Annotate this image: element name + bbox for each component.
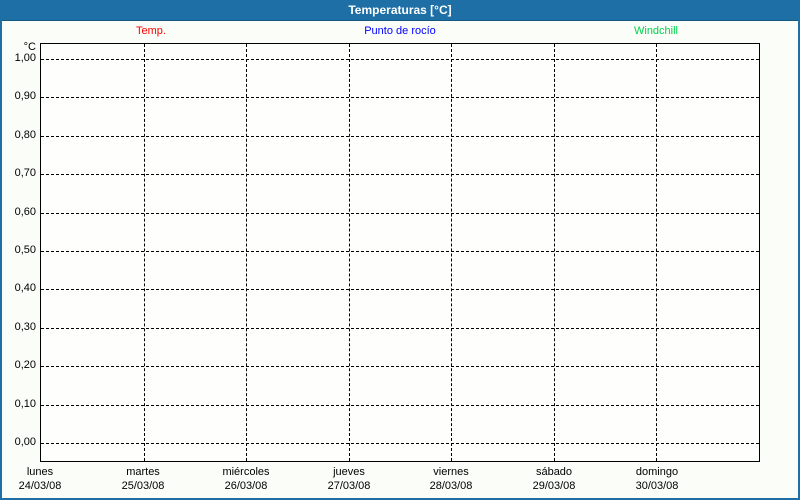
gridline-vertical xyxy=(554,44,555,461)
y-tick-label: 0,40 xyxy=(14,282,36,294)
chart-window: Temperaturas [°C] Temp. Punto de rocío Win… xyxy=(0,0,800,500)
x-tick-weekday: lunes xyxy=(26,466,54,478)
legend-item: Punto de rocío xyxy=(364,25,436,37)
x-tick-date: 28/03/08 xyxy=(429,480,473,492)
gridline-horizontal xyxy=(41,174,759,175)
y-tick-label: 0,20 xyxy=(14,359,36,371)
y-tick-label: 0,60 xyxy=(14,206,36,218)
gridline-vertical xyxy=(246,44,247,461)
x-tick-label: domingo 30/03/08 xyxy=(607,465,707,493)
gridline-horizontal xyxy=(41,405,759,406)
gridline-horizontal xyxy=(41,289,759,290)
x-tick-label: lunes 24/03/08 xyxy=(0,465,90,493)
x-tick-weekday: jueves xyxy=(333,466,365,478)
x-tick-date: 27/03/08 xyxy=(327,480,371,492)
x-tick-weekday: martes xyxy=(126,466,160,478)
gridline-vertical xyxy=(349,44,350,461)
gridline-vertical xyxy=(656,44,657,461)
x-tick-date: 29/03/08 xyxy=(532,480,576,492)
x-tick-weekday: sábado xyxy=(535,466,573,478)
gridline-horizontal xyxy=(41,213,759,214)
x-tick-date: 26/03/08 xyxy=(224,480,268,492)
gridline-horizontal xyxy=(41,136,759,137)
x-tick-date: 25/03/08 xyxy=(121,480,165,492)
x-tick-weekday: domingo xyxy=(635,466,679,478)
x-tick-label: jueves 27/03/08 xyxy=(299,465,399,493)
y-tick-label: 1,00 xyxy=(14,52,36,64)
y-tick-label: 0,30 xyxy=(14,321,36,333)
gridline-horizontal xyxy=(41,251,759,252)
y-tick-label: 0,50 xyxy=(14,244,36,256)
y-tick-label: 0,80 xyxy=(14,129,36,141)
x-tick-date: 24/03/08 xyxy=(18,480,62,492)
y-tick-label: 0,70 xyxy=(14,167,36,179)
x-tick-label: martes 25/03/08 xyxy=(93,465,193,493)
x-tick-label: sábado 29/03/08 xyxy=(504,465,604,493)
gridline-horizontal xyxy=(41,328,759,329)
legend-item: Temp. xyxy=(136,25,166,37)
y-tick-label: 0,10 xyxy=(14,398,36,410)
x-tick-weekday: viernes xyxy=(433,466,469,478)
chart-title: Temperaturas [°C] xyxy=(348,3,452,17)
gridline-vertical xyxy=(144,44,145,461)
x-tick-label: viernes 28/03/08 xyxy=(401,465,501,493)
x-tick-weekday: miércoles xyxy=(222,466,270,478)
plot-area xyxy=(40,43,760,462)
x-tick-date: 30/03/08 xyxy=(635,480,679,492)
gridline-horizontal xyxy=(41,59,759,60)
gridline-horizontal xyxy=(41,443,759,444)
gridline-vertical xyxy=(451,44,452,461)
y-tick-label: 0,90 xyxy=(14,90,36,102)
gridline-horizontal xyxy=(41,366,759,367)
gridline-horizontal xyxy=(41,97,759,98)
title-bar: Temperaturas [°C] xyxy=(0,0,800,21)
y-tick-label: 0,00 xyxy=(14,436,36,448)
legend-item: Windchill xyxy=(633,25,679,37)
x-tick-label: miércoles 26/03/08 xyxy=(196,465,296,493)
